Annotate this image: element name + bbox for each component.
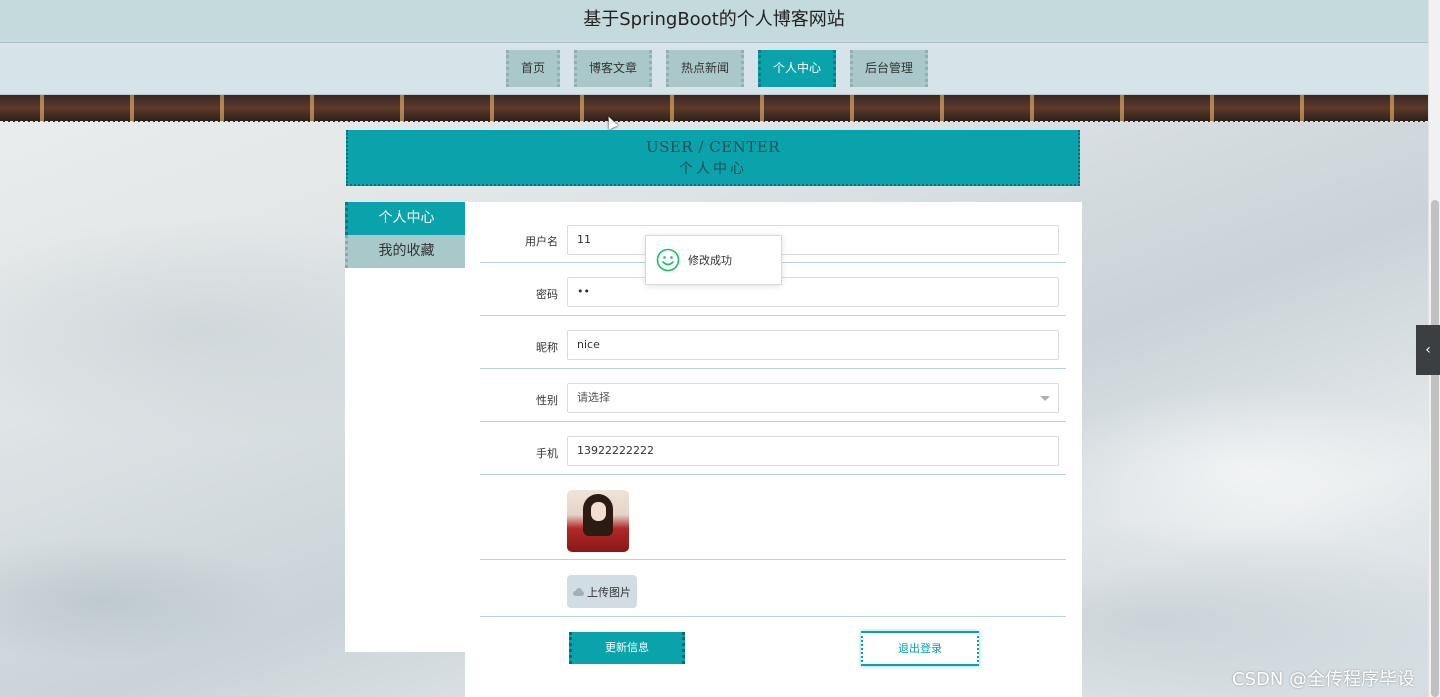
upload-image-label: 上传图片 — [587, 585, 631, 599]
avatar — [567, 490, 629, 552]
scrollbar-thumb[interactable] — [1431, 200, 1439, 697]
site-header: 基于SpringBoot的个人博客网站 — [0, 0, 1428, 43]
password-label: 密码 — [536, 288, 558, 301]
phone-label: 手机 — [536, 447, 558, 460]
nav-home[interactable]: 首页 — [505, 50, 560, 87]
site-title: 基于SpringBoot的个人博客网站 — [583, 9, 845, 30]
sidebar-item-my-favorites[interactable]: 我的收藏 — [345, 235, 465, 268]
update-info-button[interactable]: 更新信息 — [569, 632, 685, 664]
username-label: 用户名 — [525, 235, 558, 248]
nav-admin[interactable]: 后台管理 — [850, 50, 929, 87]
form-row-nickname: 昵称 nice — [480, 316, 1066, 369]
nav-blog-articles[interactable]: 博客文章 — [573, 50, 652, 87]
section-title-en: USER / CENTER — [645, 138, 781, 156]
username-input[interactable]: 11 — [567, 225, 1059, 255]
gender-select-value: 请选择 — [577, 391, 610, 404]
banner-image — [0, 95, 1428, 122]
main-nav: 首页 博客文章 热点新闻 个人中心 后台管理 — [0, 43, 1428, 95]
smile-icon — [656, 248, 680, 272]
form-row-phone: 手机 13922222222 — [480, 422, 1066, 475]
section-title-cn: 个人中心 — [679, 161, 747, 177]
gender-select[interactable]: 请选择 — [567, 383, 1059, 413]
nickname-label: 昵称 — [536, 341, 558, 354]
watermark: CSDN @全传程序毕设 — [1232, 669, 1416, 690]
gender-label: 性别 — [536, 394, 558, 407]
password-input[interactable]: •• — [567, 277, 1059, 307]
side-panel-toggle[interactable]: ‹ — [1416, 325, 1440, 375]
form-row-gender: 性别 请选择 — [480, 369, 1066, 422]
chevron-down-icon — [1040, 396, 1050, 401]
cloud-upload-icon — [573, 587, 584, 596]
toast-message: 修改成功 — [688, 254, 732, 267]
nav-hot-news[interactable]: 热点新闻 — [665, 50, 744, 87]
logout-button[interactable]: 退出登录 — [861, 631, 979, 666]
upload-image-button[interactable]: 上传图片 — [567, 575, 637, 608]
chevron-left-icon: ‹ — [1425, 342, 1431, 358]
nav-personal-center[interactable]: 个人中心 — [758, 50, 837, 87]
user-sidebar: 个人中心 我的收藏 — [345, 202, 465, 652]
sidebar-item-personal-center[interactable]: 个人中心 — [345, 202, 465, 235]
section-title: USER / CENTER 个人中心 — [346, 130, 1080, 186]
phone-input[interactable]: 13922222222 — [567, 436, 1059, 466]
nickname-input[interactable]: nice — [567, 330, 1059, 360]
success-toast: 修改成功 — [645, 235, 782, 285]
